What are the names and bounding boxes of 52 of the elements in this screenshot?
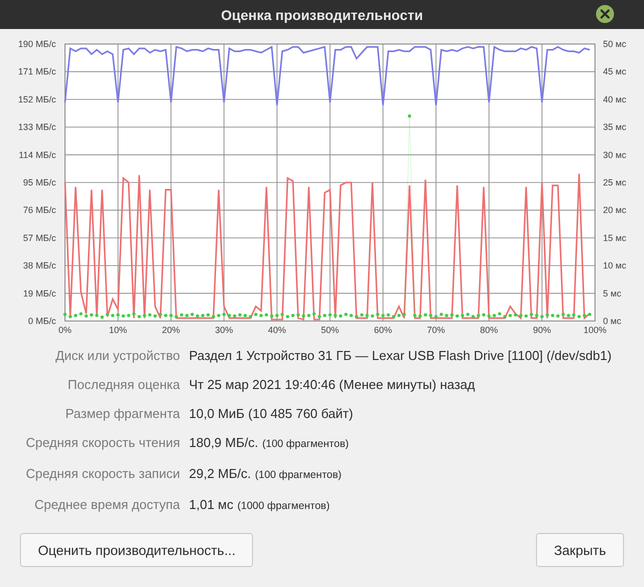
y-axis-label: 35 мс: [603, 122, 626, 132]
field-note: (1000 фрагментов): [237, 499, 330, 514]
x-axis-label: 0%: [58, 325, 72, 335]
x-axis-label: 90%: [533, 325, 551, 335]
y-axis-label: 45 мс: [603, 66, 626, 77]
field-value: Чт 25 мар 2021 19:40:46 (Менее минуты) назад: [189, 376, 475, 393]
x-axis-label: 80%: [480, 325, 498, 335]
y-axis-label: 25 мс: [603, 178, 626, 188]
x-axis-label: 20%: [162, 325, 180, 335]
window-title: Оценка производительности: [220, 6, 424, 22]
y-axis-label: 15 мс: [603, 232, 626, 243]
field-label: Средняя скорость чтения: [24, 434, 180, 452]
field-value: Раздел 1 Устройство 31 ГБ — Lexar USB Flash Drive [1100] (/dev/sdb1): [189, 347, 612, 364]
y-axis-label: 133 МБ/с: [18, 122, 56, 132]
field-note: (100 фрагментов): [262, 437, 349, 452]
field-note: (100 фрагментов): [255, 468, 342, 483]
y-axis-label: 19 МБ/с: [23, 288, 56, 298]
field-label: Среднее время доступа: [33, 496, 180, 514]
field-value: 180,9 МБ/с.: [189, 434, 258, 451]
x-axis-label: 30%: [215, 325, 233, 335]
y-axis-label: 171 МБ/с: [18, 66, 56, 77]
y-axis-label: 76 МБ/с: [23, 205, 56, 216]
y-axis-label: 95 МБ/с: [23, 178, 56, 188]
field-label: Размер фрагмента: [64, 405, 180, 422]
dialog-button[interactable]: Закрыть: [536, 533, 624, 567]
field-value: 29,2 МБ/с.: [189, 465, 251, 482]
x-axis-label: 10%: [109, 325, 127, 335]
x-axis-label: 60%: [374, 325, 392, 335]
field-label: Средняя скорость записи: [24, 465, 180, 483]
close-icon[interactable]: [595, 4, 615, 24]
y-axis-label: 152 МБ/с: [18, 94, 56, 104]
field-value: 10,0 МиБ (10 485 760 байт): [189, 405, 354, 422]
y-axis-label: 114 МБ/с: [18, 150, 56, 160]
y-axis-label: 0 МБ/с: [28, 316, 56, 326]
y-axis-label: 30 мс: [603, 150, 626, 160]
field-label: Последняя оценка: [66, 376, 180, 393]
y-axis-label: 5 мс: [603, 288, 622, 298]
field-value: 1,01 мс: [189, 496, 234, 513]
x-axis-label: 100%: [583, 325, 607, 335]
y-axis-label: 20 мс: [603, 205, 626, 216]
x-axis-label: 70%: [427, 325, 445, 335]
y-axis-label: 190 МБ/с: [18, 39, 56, 49]
x-axis-label: 50%: [321, 325, 339, 335]
field-label: Диск или устройство: [54, 347, 180, 364]
y-axis-label: 38 МБ/с: [23, 260, 56, 271]
y-axis-label: 40 мс: [603, 94, 626, 104]
y-axis-label: 50 мс: [603, 39, 626, 49]
y-axis-label: 57 МБ/с: [23, 232, 56, 243]
x-axis-label: 40%: [268, 325, 286, 335]
y-axis-label: 10 мс: [603, 260, 626, 271]
y-axis-label: 0 мс: [603, 316, 622, 326]
dialog-button[interactable]: Оценить производительность...: [20, 533, 254, 567]
